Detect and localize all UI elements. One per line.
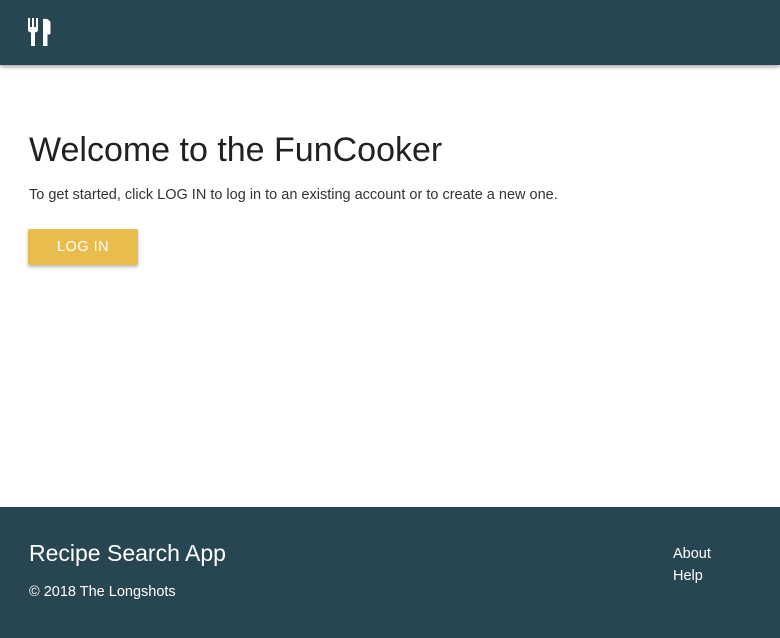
- app-root: Welcome to the FunCooker To get started,…: [0, 0, 780, 638]
- about-link[interactable]: About: [673, 543, 711, 565]
- footer: Recipe Search App © 2018 The Longshots A…: [0, 507, 780, 638]
- footer-link-item-help: Help: [673, 565, 711, 587]
- login-button[interactable]: LOG IN: [28, 229, 138, 265]
- help-link[interactable]: Help: [673, 565, 711, 587]
- top-app-bar: [0, 0, 780, 65]
- main-content: Welcome to the FunCooker To get started,…: [0, 65, 780, 507]
- intro-text: To get started, click LOG IN to log in t…: [29, 187, 558, 203]
- footer-links: About Help: [673, 543, 711, 587]
- footer-app-name: Recipe Search App: [29, 540, 226, 566]
- fork-knife-icon[interactable]: [27, 17, 53, 47]
- footer-copyright: © 2018 The Longshots: [29, 584, 176, 600]
- footer-link-item-about: About: [673, 543, 711, 565]
- page-title: Welcome to the FunCooker: [29, 131, 443, 169]
